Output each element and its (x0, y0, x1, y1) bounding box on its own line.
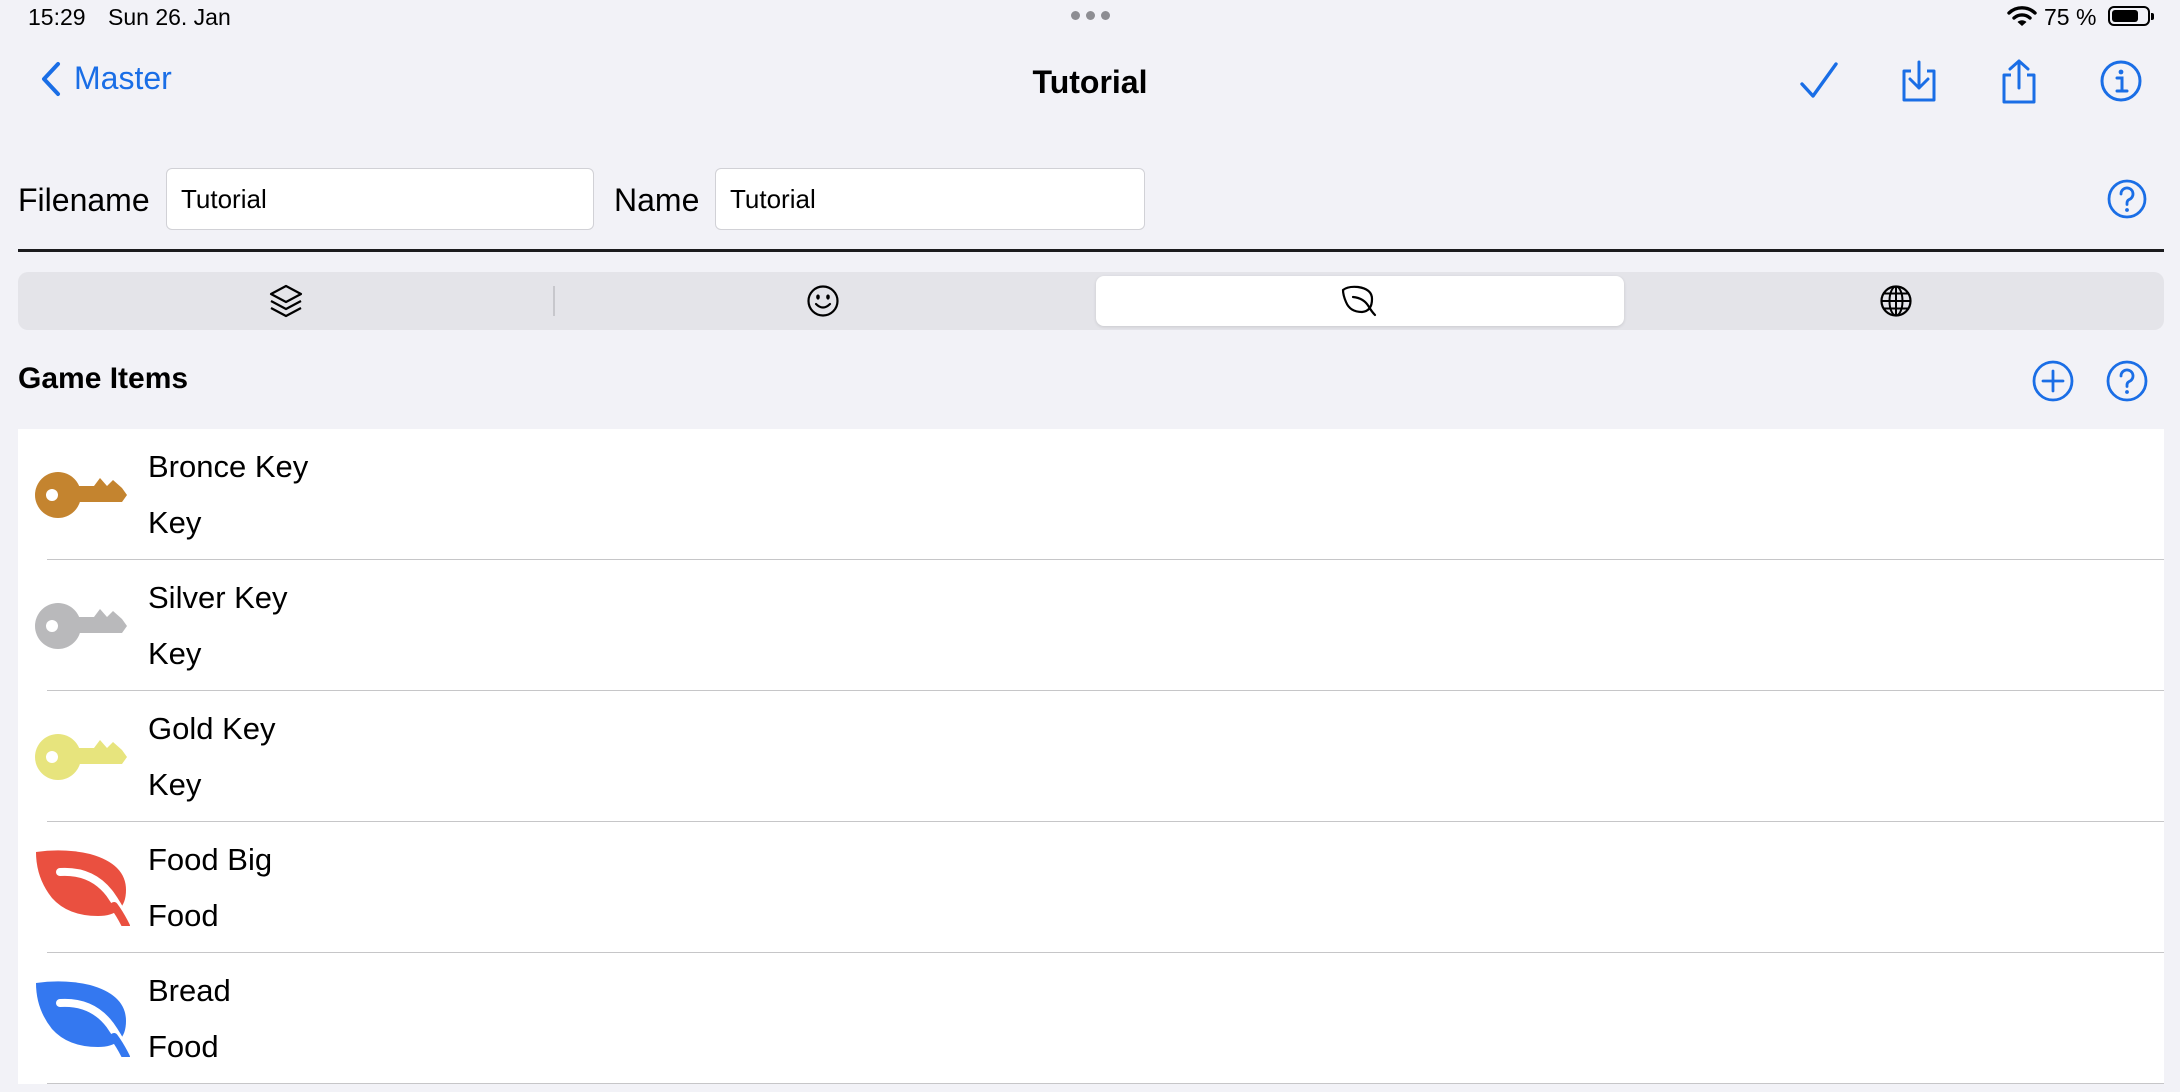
globe-icon (1880, 285, 1912, 317)
item-type: Key (148, 767, 202, 802)
item-type: Food (148, 1029, 219, 1064)
key-icon (35, 472, 127, 518)
help-icon[interactable] (2106, 178, 2148, 220)
list-item[interactable]: Food Big Food (18, 822, 2164, 953)
segment-layers[interactable] (22, 276, 550, 326)
key-icon (35, 734, 127, 780)
item-type: Key (148, 505, 202, 540)
page-title: Tutorial (1032, 64, 1148, 100)
game-items-list: Bronce Key Key Silver Key Key Gold Key Key … (18, 429, 2164, 1084)
list-item[interactable]: Silver Key Key (18, 560, 2164, 691)
name-label: Name (614, 182, 700, 218)
battery-level-fill (2112, 10, 2138, 22)
status-time: 15:29 (28, 4, 86, 30)
status-date: Sun 26. Jan (108, 4, 231, 30)
navigation-bar: Master Tutorial (0, 34, 2180, 134)
item-title: Gold Key (148, 711, 276, 746)
document-form: Filename Name (0, 160, 2180, 234)
list-item[interactable]: Bread Food (18, 953, 2164, 1084)
segment-items[interactable] (1096, 276, 1624, 326)
battery-percentage: 75 % (2044, 4, 2097, 30)
item-title: Bread (148, 973, 231, 1008)
multitasking-dots-icon[interactable] (1071, 11, 1110, 20)
item-type: Food (148, 898, 219, 933)
segment-characters[interactable] (559, 276, 1087, 326)
segmented-control (18, 272, 2164, 330)
key-icon (35, 603, 127, 649)
name-input[interactable] (715, 168, 1145, 230)
checkmark-icon[interactable] (1796, 58, 1842, 104)
add-item-icon[interactable] (2031, 359, 2075, 403)
leaf-icon (36, 850, 130, 926)
item-title: Silver Key (148, 580, 288, 615)
smiley-icon (807, 285, 839, 317)
help-icon[interactable] (2105, 359, 2149, 403)
status-bar: 15:29 Sun 26. Jan 75 % (0, 0, 2180, 34)
filename-input[interactable] (166, 168, 594, 230)
leaf-icon (1341, 285, 1377, 317)
segment-separator (553, 286, 555, 316)
wifi-icon (2007, 6, 2037, 26)
leaf-icon (36, 981, 130, 1057)
row-separator (47, 1083, 2164, 1084)
filename-label: Filename (18, 182, 150, 218)
layers-icon (269, 284, 303, 318)
item-title: Bronce Key (148, 449, 309, 484)
list-item[interactable]: Gold Key Key (18, 691, 2164, 822)
download-icon[interactable] (1896, 58, 1942, 104)
divider (18, 249, 2164, 252)
item-title: Food Big (148, 842, 273, 877)
share-icon[interactable] (1996, 58, 2042, 104)
list-item[interactable]: Bronce Key Key (18, 429, 2164, 560)
battery-icon (2108, 6, 2154, 26)
info-icon[interactable] (2098, 58, 2144, 104)
section-title: Game Items (18, 362, 189, 395)
section-header: Game Items (0, 350, 2180, 410)
item-type: Key (148, 636, 202, 671)
segment-world[interactable] (1632, 276, 2160, 326)
